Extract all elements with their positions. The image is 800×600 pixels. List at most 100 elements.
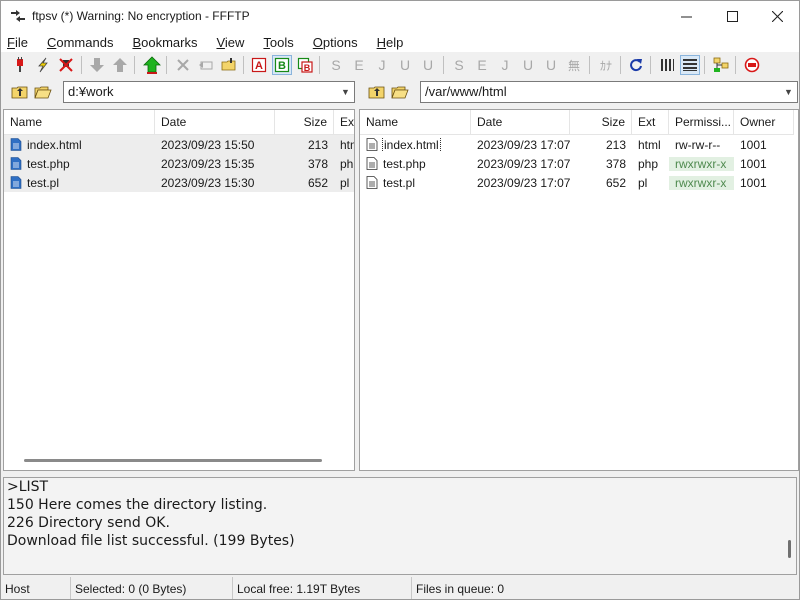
title-bar[interactable]: ftpsv (*) Warning: No encryption - FFFTP [1, 1, 799, 32]
remote-col-permission[interactable]: Permissi... [669, 110, 734, 135]
upload-button[interactable] [110, 55, 130, 75]
kanji-utf8-button[interactable]: U [395, 55, 415, 75]
toolbar-separator [589, 56, 590, 74]
kanji-sjis-button[interactable]: S [326, 55, 346, 75]
remote-kanji-euc-button[interactable]: E [472, 55, 492, 75]
status-bar: Host Selected: 0 (0 Bytes) Local free: 1… [1, 577, 799, 599]
task-log[interactable]: >LIST 150 Here comes the directory listi… [3, 477, 797, 575]
ascii-mode-button[interactable]: A [249, 55, 269, 75]
menu-options[interactable]: Options [310, 35, 361, 50]
menu-view[interactable]: View [213, 35, 247, 50]
document-icon [10, 156, 22, 170]
mirror-upload-button[interactable] [142, 55, 162, 75]
details-view-button[interactable] [680, 55, 700, 75]
delete-x-icon [177, 59, 189, 71]
sync-folder-button[interactable] [711, 55, 731, 75]
local-col-size[interactable]: Size [275, 110, 334, 135]
local-file-row[interactable]: test.pl 2023/09/23 15:30 652 pl [4, 173, 354, 192]
status-host: Host [1, 577, 71, 599]
remote-col-date[interactable]: Date [471, 110, 570, 135]
remote-kanji-jis-button[interactable]: J [495, 55, 515, 75]
remote-kanji-utf8bom-button[interactable]: U [541, 55, 561, 75]
remote-file-ext: html [638, 137, 661, 152]
menu-help[interactable]: Help [374, 35, 407, 50]
remote-file-row[interactable]: test.php 2023/09/23 17:07 378 php rwxrwx… [360, 154, 798, 173]
remote-file-size: 378 [605, 156, 626, 171]
toolbar: A B B S E J U U S E J U U 無 ｶﾅ [1, 52, 799, 78]
remote-file-permission: rw-rw-r-- [675, 137, 721, 152]
kanji-utf8bom-button[interactable]: U [418, 55, 438, 75]
local-col-name[interactable]: Name [4, 110, 155, 135]
local-col-date[interactable]: Date [155, 110, 275, 135]
remote-file-name-cell: test.pl [360, 176, 471, 190]
refresh-button[interactable] [626, 55, 646, 75]
new-folder-button[interactable] [219, 55, 239, 75]
log-vertical-scrollbar[interactable] [788, 540, 791, 558]
remote-file-row[interactable]: index.html 2023/09/23 17:07 213 html rw-… [360, 135, 798, 154]
remote-col-owner[interactable]: Owner [734, 110, 794, 135]
remote-kanji-sjis-button[interactable]: S [449, 55, 469, 75]
kanji-euc-button[interactable]: E [349, 55, 369, 75]
kanji-jis-button[interactable]: J [372, 55, 392, 75]
minimize-button[interactable] [663, 1, 709, 32]
local-file-row[interactable]: test.php 2023/09/23 15:35 378 php [4, 154, 354, 173]
remote-col-name[interactable]: Name [360, 110, 471, 135]
local-horizontal-scrollbar[interactable] [24, 459, 322, 462]
local-path-combo[interactable]: d:¥work ▼ [63, 81, 355, 103]
remote-path-combo[interactable]: /var/www/html ▼ [420, 81, 798, 103]
folder-open-icon [34, 86, 52, 99]
abort-button[interactable] [742, 55, 762, 75]
menu-bookmarks[interactable]: Bookmarks [129, 35, 200, 50]
local-file-row[interactable]: index.html 2023/09/23 15:50 213 htm [4, 135, 354, 154]
remote-col-ext[interactable]: Ext [632, 110, 669, 135]
binary-mode-button[interactable]: B [272, 55, 292, 75]
remote-parent-folder-button[interactable] [367, 82, 387, 102]
chevron-down-icon[interactable]: ▼ [341, 87, 351, 97]
menu-file[interactable]: File [4, 35, 31, 50]
rename-button[interactable] [196, 55, 216, 75]
rename-icon [199, 61, 213, 70]
menu-tools[interactable]: Tools [260, 35, 296, 50]
log-line: Download file list successful. (199 Byte… [7, 533, 295, 549]
remote-open-folder-button[interactable] [390, 82, 410, 102]
local-open-folder-button[interactable] [33, 82, 53, 102]
kanji-euc-label: E [354, 57, 364, 73]
document-icon [366, 156, 378, 170]
kanji-none-button[interactable]: 無 [564, 55, 584, 75]
auto-mode-button[interactable]: B [295, 55, 315, 75]
local-col-ext[interactable]: Ext [334, 110, 354, 135]
remote-file-row[interactable]: test.pl 2023/09/23 17:07 652 pl rwxrwxr-… [360, 173, 798, 192]
remote-file-date: 2023/09/23 17:07 [477, 175, 570, 190]
remote-file-name-cell: index.html [360, 137, 471, 152]
local-file-ext: php [340, 156, 354, 171]
delete-button[interactable] [173, 55, 193, 75]
kana-convert-button[interactable]: ｶﾅ [596, 55, 616, 75]
local-column-header: Name Date Size Ext [4, 110, 354, 135]
remote-file-date: 2023/09/23 17:07 [477, 137, 570, 152]
local-file-name-cell: test.php [4, 157, 155, 171]
kanji-none-label: 無 [567, 58, 580, 73]
toolbar-separator [243, 56, 244, 74]
list-view-button[interactable] [657, 55, 677, 75]
remote-file-name: test.php [383, 156, 426, 171]
menu-view-accel: V [216, 34, 225, 50]
maximize-button[interactable] [709, 1, 755, 32]
local-parent-folder-button[interactable] [10, 82, 30, 102]
menu-commands[interactable]: Commands [44, 35, 116, 50]
local-file-name: test.pl [27, 175, 60, 190]
remote-path-value: /var/www/html [425, 84, 507, 99]
svg-text:A: A [255, 60, 263, 72]
remote-file-list[interactable]: Name Date Size Ext Permissi... Owner ind… [359, 109, 799, 471]
connect-button[interactable] [10, 55, 30, 75]
remote-col-size[interactable]: Size [570, 110, 632, 135]
disconnect-button[interactable] [56, 55, 76, 75]
local-file-list[interactable]: Name Date Size Ext index.html 2023/09/23… [3, 109, 355, 471]
close-button[interactable] [754, 1, 800, 32]
remote-kanji-sjis-label: S [454, 57, 464, 73]
download-button[interactable] [87, 55, 107, 75]
chevron-down-icon[interactable]: ▼ [784, 87, 794, 97]
remote-kanji-utf8-button[interactable]: U [518, 55, 538, 75]
quick-connect-button[interactable] [33, 55, 53, 75]
remote-file-name: index.html [382, 137, 441, 152]
app-window: ftpsv (*) Warning: No encryption - FFFTP… [0, 0, 800, 600]
